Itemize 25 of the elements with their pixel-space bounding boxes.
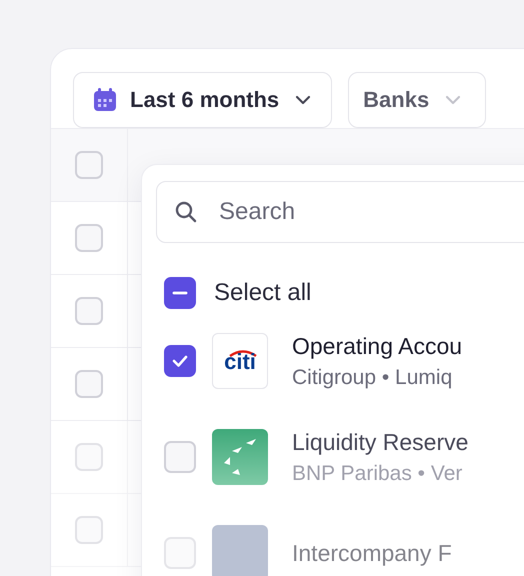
search-field[interactable]: Search <box>156 181 524 243</box>
row-checkbox[interactable] <box>75 516 103 544</box>
account-name: Liquidity Reserve <box>292 428 468 456</box>
select-all-label: Select all <box>214 279 312 307</box>
account-name: Intercompany F <box>292 540 452 566</box>
calendar-icon <box>92 87 118 113</box>
stars-logo-icon <box>212 429 268 485</box>
account-detail: BNP Paribas • Ver <box>292 462 464 486</box>
chevron-down-icon <box>295 95 312 105</box>
option-checkbox[interactable] <box>164 345 196 377</box>
search-icon <box>174 200 198 224</box>
account-name: Operating Accou <box>292 332 462 360</box>
row-checkbox[interactable] <box>75 224 103 252</box>
row-checkbox[interactable] <box>75 297 103 325</box>
bank-logo <box>212 525 268 576</box>
chevron-down-icon <box>445 95 462 105</box>
select-all-checkbox[interactable] <box>164 277 196 309</box>
bank-logo: citi <box>212 333 268 389</box>
row-checkbox[interactable] <box>75 443 103 471</box>
row-checkbox[interactable] <box>75 151 103 179</box>
filter-dropdown[interactable]: Banks <box>348 72 486 128</box>
filter-dropdown[interactable]: Last 6 months <box>73 72 332 128</box>
minus-icon <box>172 291 188 295</box>
account-detail: Citigroup • Lumiq <box>292 366 454 390</box>
row-checkbox[interactable] <box>75 370 103 398</box>
